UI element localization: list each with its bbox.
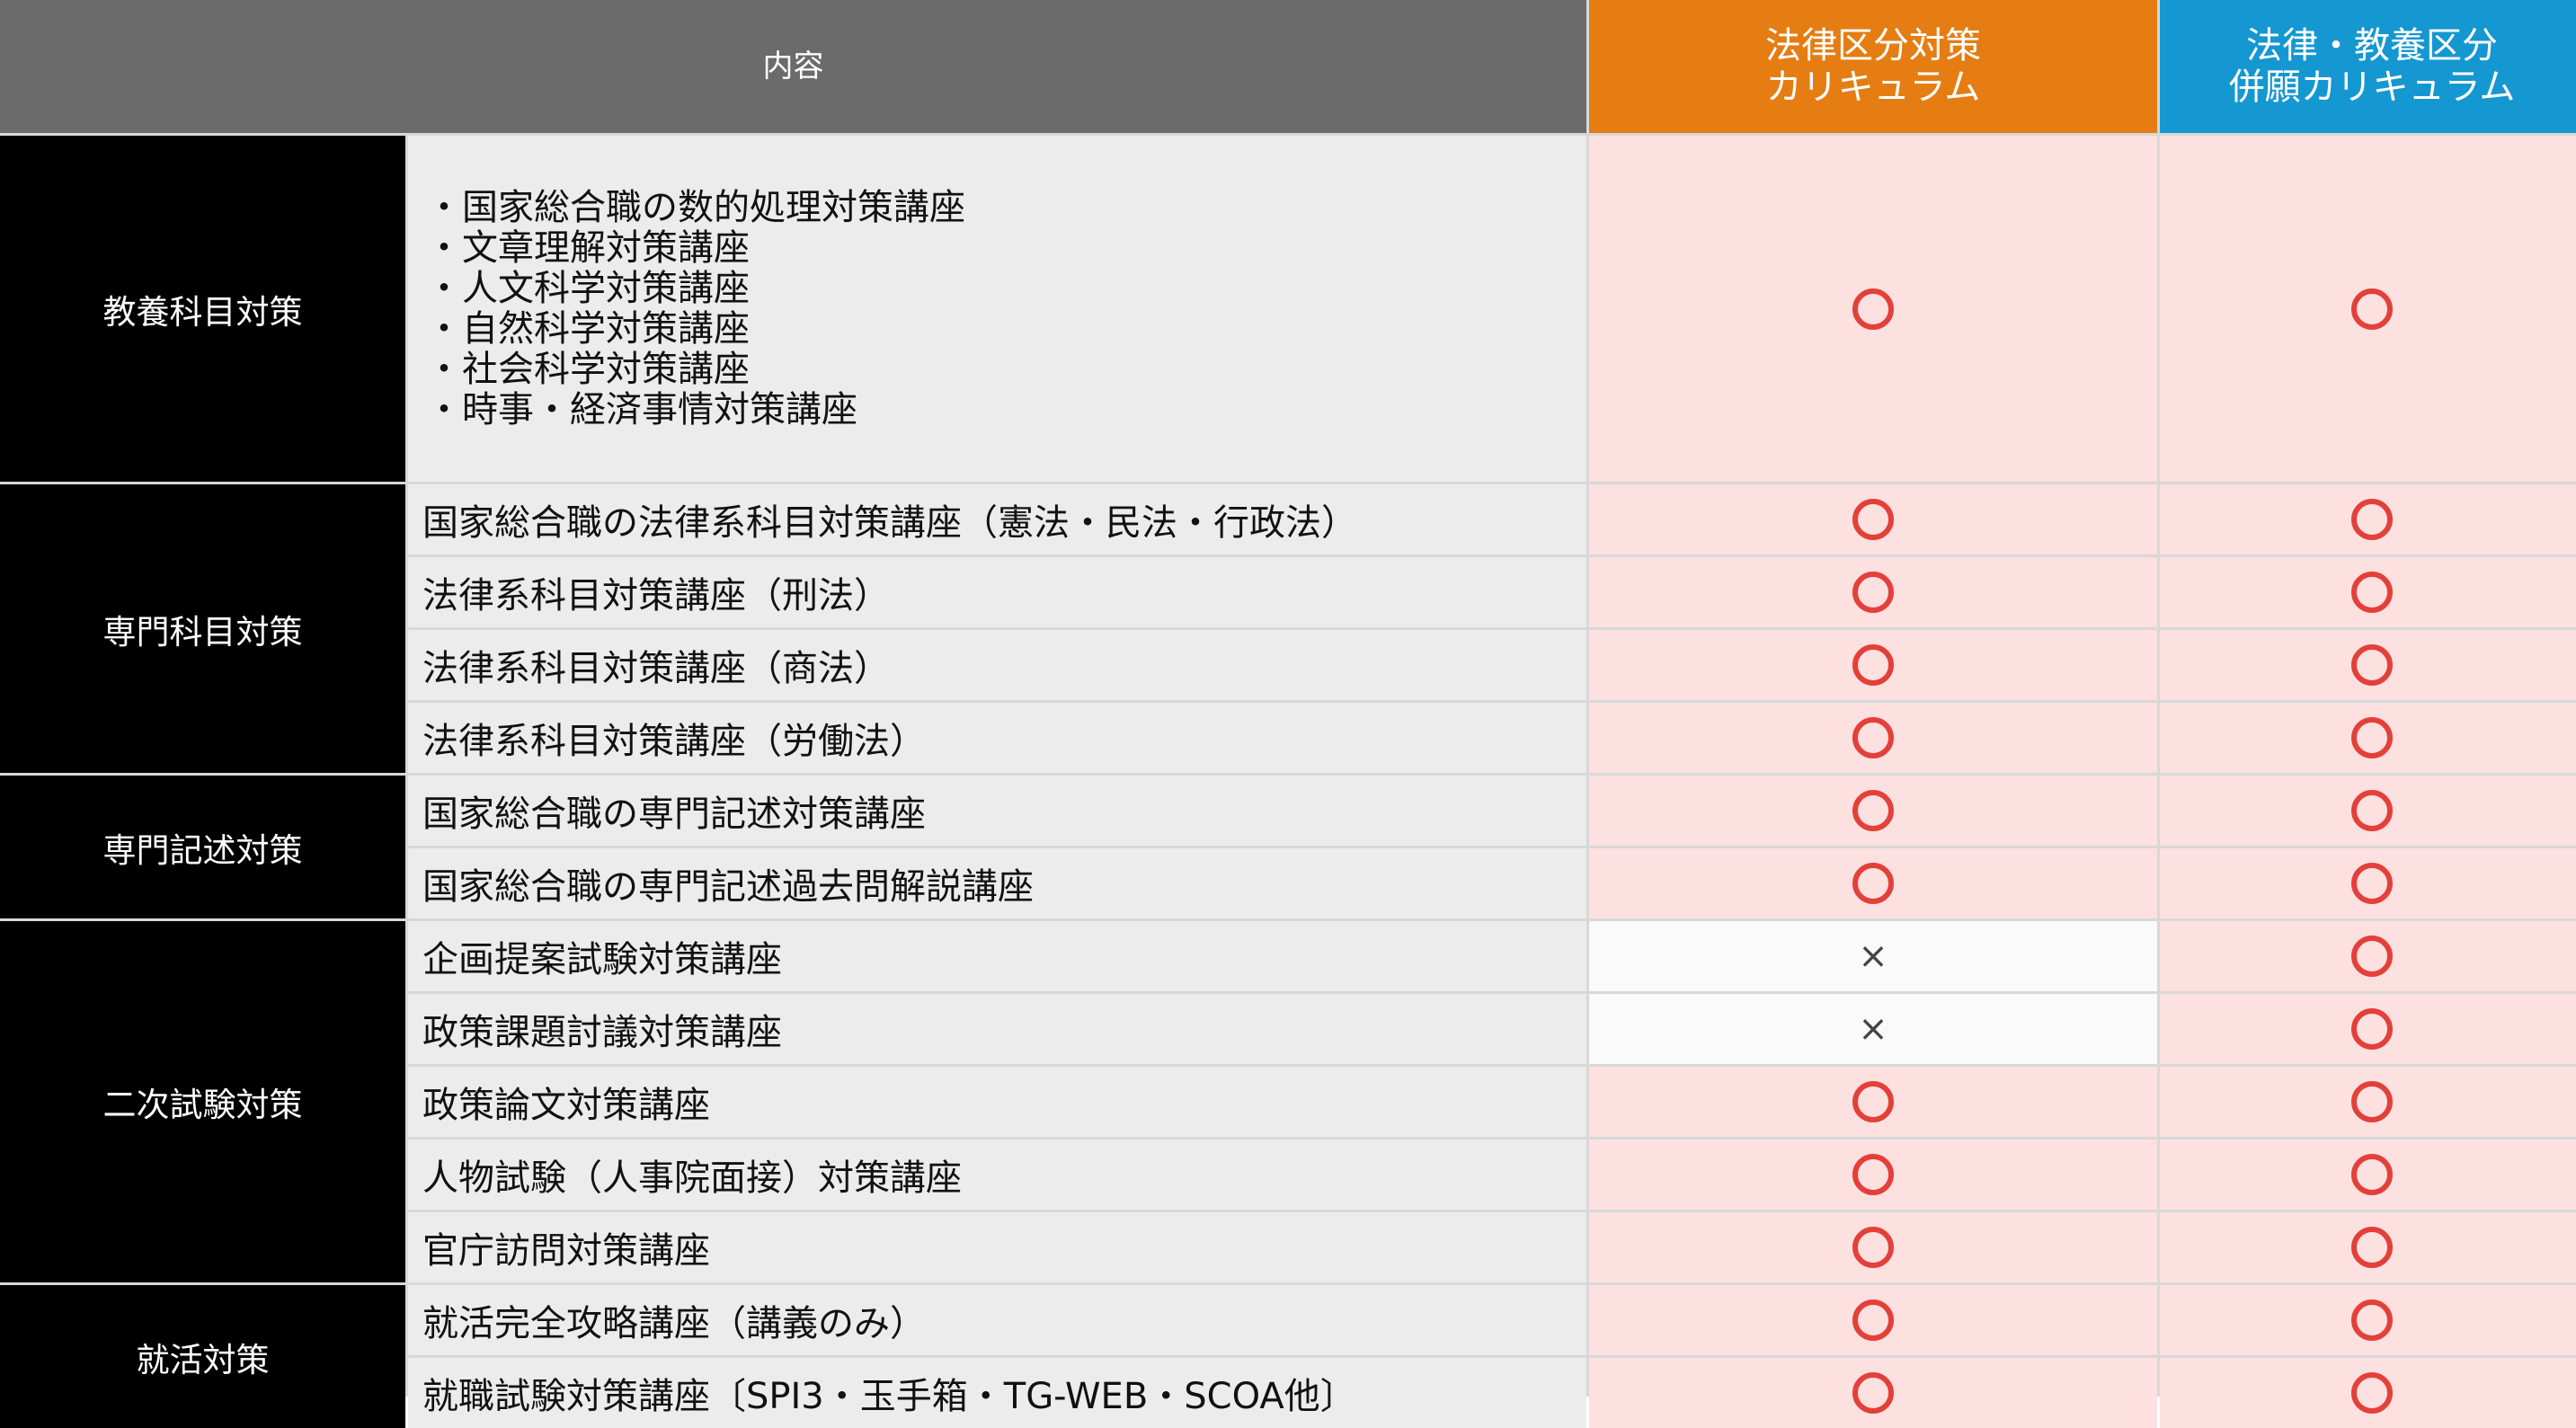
circle-icon <box>1852 644 1894 686</box>
combined-mark <box>2160 630 2576 700</box>
circle-icon <box>2351 863 2393 904</box>
circle-icon <box>2351 1227 2393 1268</box>
circle-icon <box>1852 1227 1894 1268</box>
header-content: 内容 <box>0 0 1586 133</box>
circle-icon <box>1852 1081 1894 1122</box>
combined-mark <box>2160 921 2576 991</box>
combined-mark <box>2160 557 2576 627</box>
category-job-hunting: 就活対策 <box>0 1285 405 1428</box>
law-mark <box>1589 630 2157 700</box>
combined-mark <box>2160 1212 2576 1282</box>
law-mark <box>1589 776 2157 846</box>
category-job-hunting-label: 就活対策 <box>136 1340 270 1379</box>
cross-icon: × <box>1858 936 1888 977</box>
list-item: ・文章理解対策講座 <box>426 226 750 269</box>
table-row-label: 法律系科目対策講座（労働法） <box>408 703 1586 773</box>
circle-icon <box>1852 1299 1894 1341</box>
table-row-label: 法律系科目対策講座（刑法） <box>408 557 1586 627</box>
combined-mark <box>2160 1140 2576 1210</box>
header-law-line1: 法律区分対策 <box>1765 25 1981 67</box>
combined-mark <box>2160 484 2576 554</box>
category-specialized-label: 専門科目対策 <box>102 612 303 652</box>
list-item: ・自然科学対策講座 <box>426 307 750 350</box>
cross-icon: × <box>1858 1008 1888 1050</box>
circle-icon <box>2351 572 2393 613</box>
table-row-label: 国家総合職の専門記述対策講座 <box>408 776 1586 846</box>
category-descriptive: 専門記述対策 <box>0 776 405 918</box>
list-item: ・人文科学対策講座 <box>426 267 750 309</box>
category-descriptive-label: 専門記述対策 <box>102 830 303 870</box>
law-mark <box>1589 1285 2157 1355</box>
combined-mark <box>2160 1067 2576 1137</box>
combined-mark <box>2160 703 2576 773</box>
combined-mark <box>2160 848 2576 918</box>
table-row-label: 人物試験（人事院面接）対策講座 <box>408 1140 1586 1210</box>
circle-icon <box>2351 1299 2393 1341</box>
table-row-label: 国家総合職の法律系科目対策講座（憲法・民法・行政法） <box>408 484 1586 554</box>
table-row-label: 官庁訪問対策講座 <box>408 1212 1586 1282</box>
law-mark <box>1589 1212 2157 1282</box>
circle-icon <box>1852 1154 1894 1195</box>
law-mark <box>1589 848 2157 918</box>
circle-icon <box>2351 1372 2393 1414</box>
circle-icon <box>1852 572 1894 613</box>
law-mark <box>1589 557 2157 627</box>
circle-icon <box>1852 1372 1894 1414</box>
table-row-label: 国家総合職の専門記述過去問解説講座 <box>408 848 1586 918</box>
law-mark <box>1589 1140 2157 1210</box>
category-general-label: 教養科目対策 <box>102 292 303 332</box>
combined-mark <box>2160 1358 2576 1428</box>
circle-icon <box>2351 936 2393 977</box>
combined-mark <box>2160 1285 2576 1355</box>
circle-icon <box>2351 790 2393 831</box>
header-combined-curriculum: 法律・教養区分 併願カリキュラム <box>2160 0 2576 133</box>
circle-icon <box>2351 644 2393 686</box>
law-mark <box>1589 484 2157 554</box>
category-second-exam-label: 二次試験対策 <box>102 1086 303 1124</box>
circle-icon <box>1852 288 1894 330</box>
table-row-label: 就活完全攻略講座（講義のみ） <box>408 1285 1586 1355</box>
general-combined-mark <box>2160 136 2576 482</box>
table-row-label: 政策論文対策講座 <box>408 1067 1586 1137</box>
header-combined-line1: 法律・教養区分 <box>2246 25 2498 67</box>
curriculum-comparison-table: 内容 法律区分対策 カリキュラム 法律・教養区分 併願カリキュラム 教養科目対策… <box>0 0 2576 1428</box>
circle-icon <box>2351 1154 2393 1195</box>
circle-icon <box>2351 1008 2393 1050</box>
circle-icon <box>1852 863 1894 904</box>
table-row-label: 法律系科目対策講座（商法） <box>408 630 1586 700</box>
circle-icon <box>2351 717 2393 758</box>
header-combined-line2: 併願カリキュラム <box>2228 67 2516 108</box>
table-row-label: 就職試験対策講座〔SPI3・玉手箱・TG-WEB・SCOA他〕 <box>408 1358 1586 1428</box>
circle-icon <box>1852 790 1894 831</box>
circle-icon <box>1852 499 1894 540</box>
list-item: ・国家総合職の数的処理対策講座 <box>426 186 965 228</box>
header-law-curriculum: 法律区分対策 カリキュラム <box>1589 0 2157 133</box>
table-row-label: 企画提案試験対策講座 <box>408 921 1586 991</box>
category-specialized: 専門科目対策 <box>0 484 405 773</box>
header-content-label: 内容 <box>762 48 824 84</box>
circle-icon <box>2351 499 2393 540</box>
category-general: 教養科目対策 <box>0 136 405 482</box>
circle-icon <box>1852 717 1894 758</box>
general-law-mark <box>1589 136 2157 482</box>
circle-icon <box>2351 1081 2393 1122</box>
law-mark <box>1589 1067 2157 1137</box>
law-mark: × <box>1589 921 2157 991</box>
law-mark: × <box>1589 994 2157 1064</box>
header-law-line2: カリキュラム <box>1765 67 1981 108</box>
list-item: ・時事・経済事情対策講座 <box>426 388 857 430</box>
circle-icon <box>2351 288 2393 330</box>
table-row-label: 政策課題討議対策講座 <box>408 994 1586 1064</box>
general-items-list: ・国家総合職の数的処理対策講座 ・文章理解対策講座 ・人文科学対策講座 ・自然科… <box>408 136 1586 482</box>
combined-mark <box>2160 776 2576 846</box>
law-mark <box>1589 703 2157 773</box>
law-mark <box>1589 1358 2157 1428</box>
combined-mark <box>2160 994 2576 1064</box>
list-item: ・社会科学対策講座 <box>426 348 750 390</box>
category-second-exam: 二次試験対策 <box>0 921 405 1282</box>
